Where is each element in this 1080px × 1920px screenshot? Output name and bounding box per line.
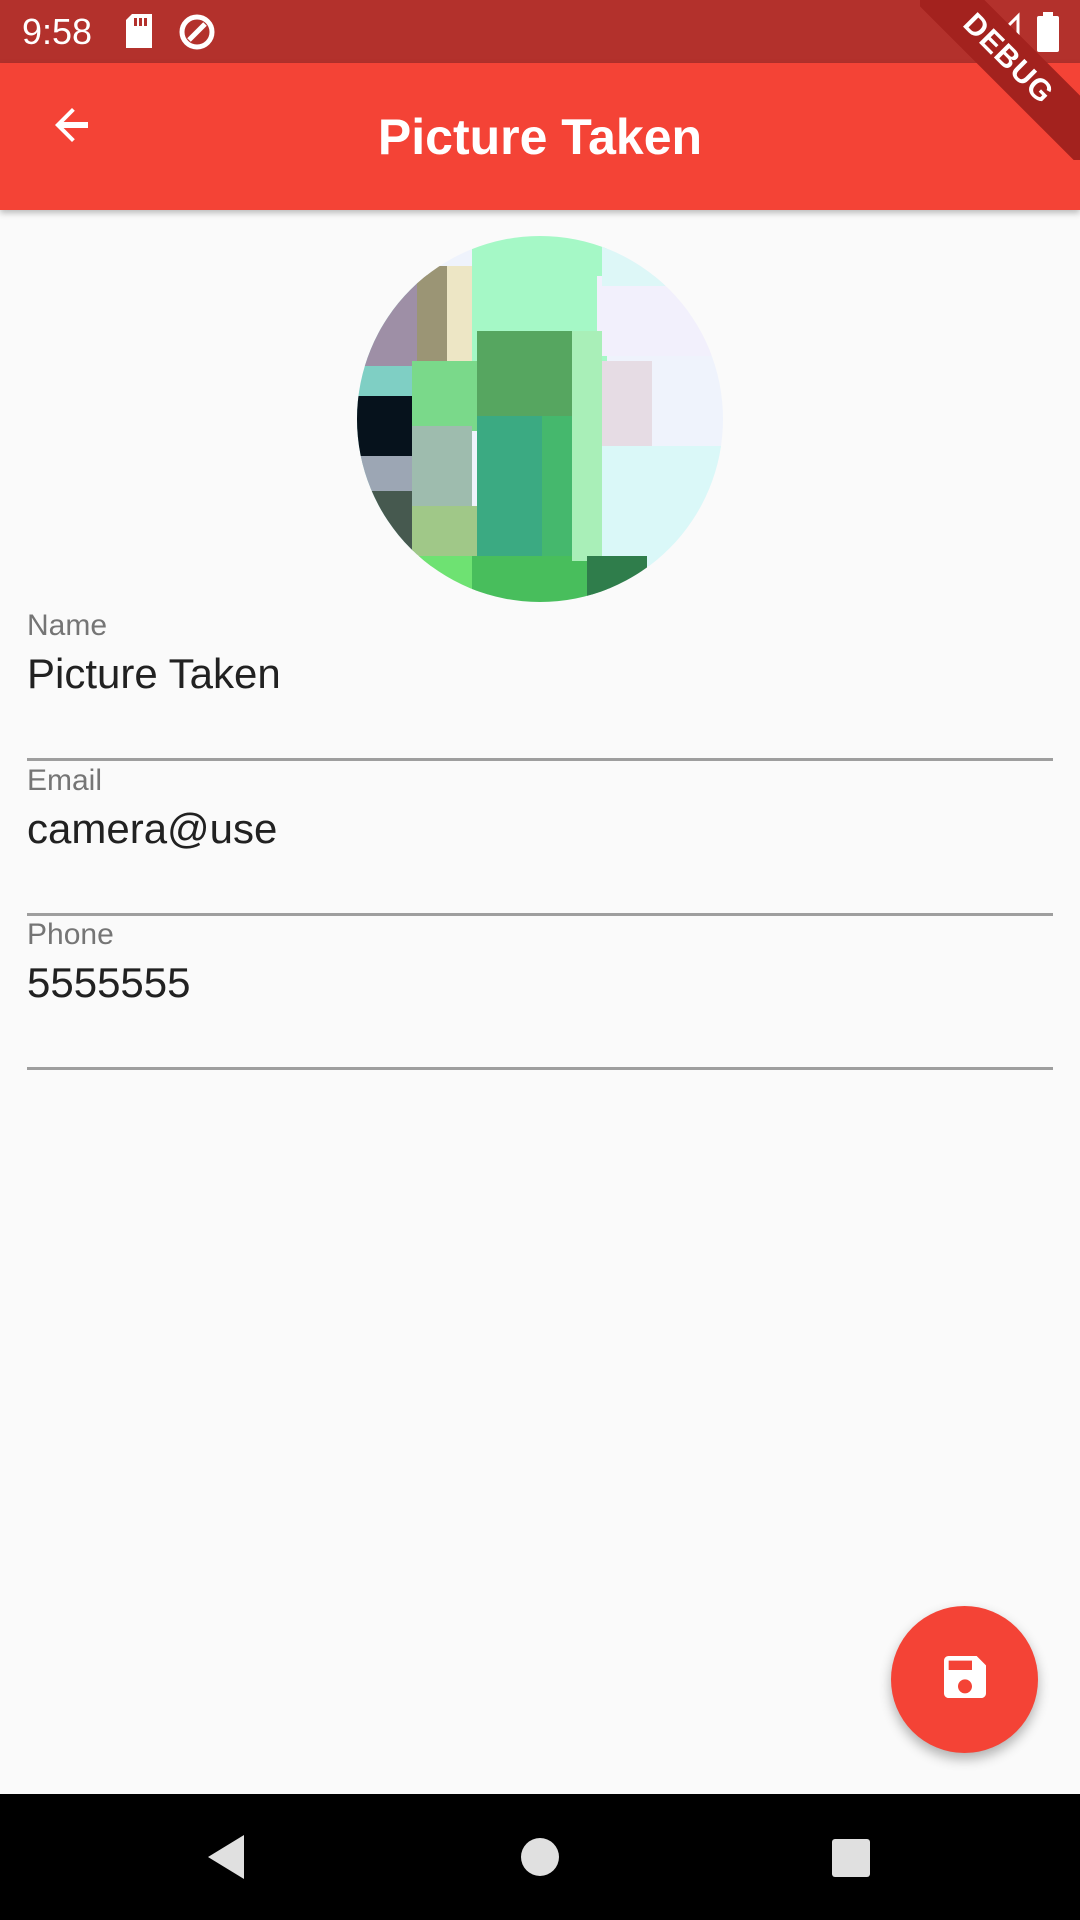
email-field-label: Email bbox=[27, 764, 103, 797]
phone-field-value[interactable]: 5555555 bbox=[27, 957, 191, 1009]
profile-photo[interactable] bbox=[357, 236, 723, 602]
signal-icon bbox=[982, 12, 1020, 55]
name-field[interactable]: Name Picture Taken bbox=[27, 608, 1053, 761]
save-button[interactable] bbox=[891, 1606, 1038, 1753]
nav-home-button[interactable] bbox=[510, 1827, 570, 1887]
wifi-icon bbox=[940, 12, 984, 55]
battery-icon bbox=[1036, 12, 1060, 57]
recents-square-icon bbox=[820, 1839, 880, 1891]
phone-field[interactable]: Phone 5555555 bbox=[27, 917, 1053, 1070]
page-title: Picture Taken bbox=[377, 109, 703, 165]
save-icon bbox=[937, 1649, 993, 1710]
home-circle-icon bbox=[510, 1838, 570, 1891]
name-field-value[interactable]: Picture Taken bbox=[27, 648, 281, 700]
back-triangle-icon bbox=[198, 1835, 258, 1891]
phone-field-label: Phone bbox=[27, 918, 114, 951]
nav-recents-button[interactable] bbox=[820, 1827, 880, 1887]
profile-photo-image bbox=[357, 236, 723, 602]
status-bar: 9:58 bbox=[0, 0, 1080, 63]
app-bar: Picture Taken bbox=[0, 63, 1080, 210]
system-nav-bar bbox=[0, 1794, 1080, 1920]
email-field[interactable]: Email camera@use bbox=[27, 763, 1053, 916]
email-field-value[interactable]: camera@use bbox=[27, 803, 277, 855]
data-saver-icon bbox=[177, 12, 217, 57]
nav-back-button[interactable] bbox=[198, 1827, 258, 1887]
sd-card-icon bbox=[124, 12, 154, 55]
name-field-label: Name bbox=[27, 609, 108, 642]
status-time: 9:58 bbox=[22, 11, 93, 52]
